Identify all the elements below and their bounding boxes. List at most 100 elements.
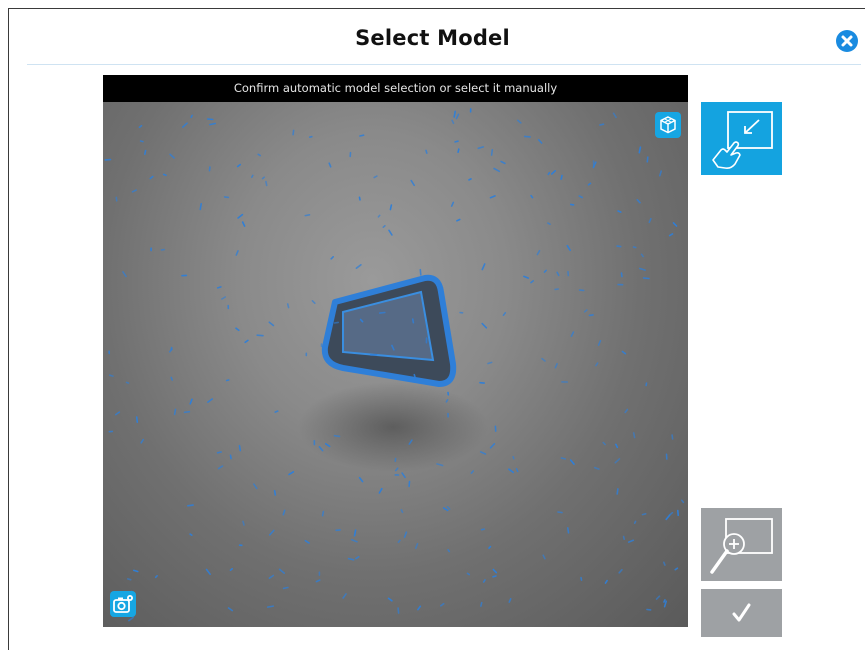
edge-speck (115, 411, 121, 416)
edge-speck (662, 561, 666, 566)
edge-speck (388, 229, 393, 236)
edge-speck (492, 568, 498, 574)
edge-speck (674, 567, 679, 571)
edge-speck (593, 466, 600, 470)
edge-speck (108, 374, 114, 377)
edge-speck (378, 487, 383, 494)
edge-speck (456, 218, 461, 222)
edge-speck (387, 597, 393, 602)
edge-speck (378, 311, 386, 314)
edge-speck (149, 175, 154, 180)
edge-speck (488, 545, 492, 550)
edge-speck (602, 441, 606, 446)
edge-speck (490, 148, 494, 156)
edge-speck (139, 140, 144, 143)
edge-speck (355, 555, 360, 560)
edge-speck (244, 339, 249, 344)
edge-speck (597, 340, 602, 346)
edge-speck (618, 568, 623, 574)
edge-speck (508, 597, 512, 603)
edge-speck (304, 214, 311, 217)
zoom-button[interactable] (701, 508, 782, 581)
dialog-title: Select Model (355, 26, 510, 50)
close-icon (841, 35, 853, 47)
edge-speck (358, 196, 361, 201)
edge-speck (680, 499, 685, 504)
edge-speck (225, 379, 230, 382)
edge-speck (269, 529, 275, 536)
edge-speck (217, 465, 224, 470)
edge-speck (492, 575, 497, 578)
edge-speck (315, 579, 321, 583)
edge-speck (543, 269, 547, 273)
camera-viewer: Confirm automatic model selection or sel… (103, 75, 688, 627)
edge-speck (237, 213, 244, 219)
edge-speck (489, 195, 496, 199)
edge-speck (268, 321, 275, 327)
edge-speck (451, 119, 455, 125)
edge-speck (410, 179, 416, 187)
edge-speck (251, 174, 254, 178)
edge-speck (227, 607, 234, 612)
model-3d-button[interactable] (655, 112, 681, 138)
edge-speck (183, 410, 191, 414)
edge-speck (560, 174, 563, 180)
edge-speck (641, 512, 647, 516)
edge-speck (419, 268, 422, 276)
edge-speck (638, 267, 646, 271)
edge-speck (523, 275, 530, 279)
edge-speck (207, 118, 214, 121)
checkmark-icon (732, 603, 751, 622)
edge-speck (353, 529, 357, 537)
edge-speck (205, 568, 211, 576)
camera-settings-icon (113, 595, 133, 613)
edge-speck (512, 455, 515, 460)
edge-speck (382, 225, 386, 228)
edge-speck (668, 233, 674, 237)
edge-speck (621, 350, 627, 355)
camera-settings-button[interactable] (110, 591, 136, 617)
edge-speck (342, 593, 347, 599)
edge-speck (554, 362, 558, 369)
edge-speck (131, 189, 137, 193)
edge-speck (624, 408, 629, 414)
edge-speck (557, 511, 563, 514)
manual-select-button[interactable] (701, 102, 782, 175)
edge-speck (489, 442, 496, 449)
edge-speck (170, 346, 173, 351)
edge-speck (292, 129, 295, 136)
edge-speck (648, 217, 652, 224)
edge-speck (229, 567, 233, 572)
edge-speck (311, 300, 316, 304)
edge-speck (154, 574, 158, 579)
edge-speck (288, 470, 295, 476)
edge-speck (169, 153, 175, 159)
edge-speck (170, 376, 173, 381)
edge-speck (500, 160, 506, 165)
camera-image[interactable] (103, 102, 688, 627)
edge-speck (530, 194, 534, 199)
edge-speck (333, 321, 339, 324)
edge-speck (242, 520, 245, 526)
edge-speck (304, 539, 310, 544)
edge-speck (470, 470, 475, 474)
edge-speck (253, 483, 258, 490)
close-button[interactable] (836, 30, 858, 52)
edge-speck (189, 398, 193, 405)
edge-speck (480, 528, 486, 531)
edge-speck (333, 434, 341, 438)
edge-speck (261, 176, 265, 180)
edge-speck (425, 149, 428, 154)
edge-speck (241, 221, 246, 227)
edge-speck (414, 542, 419, 550)
edge-speck (550, 170, 557, 175)
edge-speck (411, 318, 415, 324)
edge-speck (468, 178, 472, 181)
edge-speck (140, 438, 145, 444)
edge-speck (389, 204, 393, 211)
edge-speck (569, 203, 575, 206)
edge-speck (265, 180, 268, 187)
confirm-button[interactable] (701, 589, 782, 637)
edge-speck (209, 122, 216, 126)
edge-speck (457, 148, 460, 154)
